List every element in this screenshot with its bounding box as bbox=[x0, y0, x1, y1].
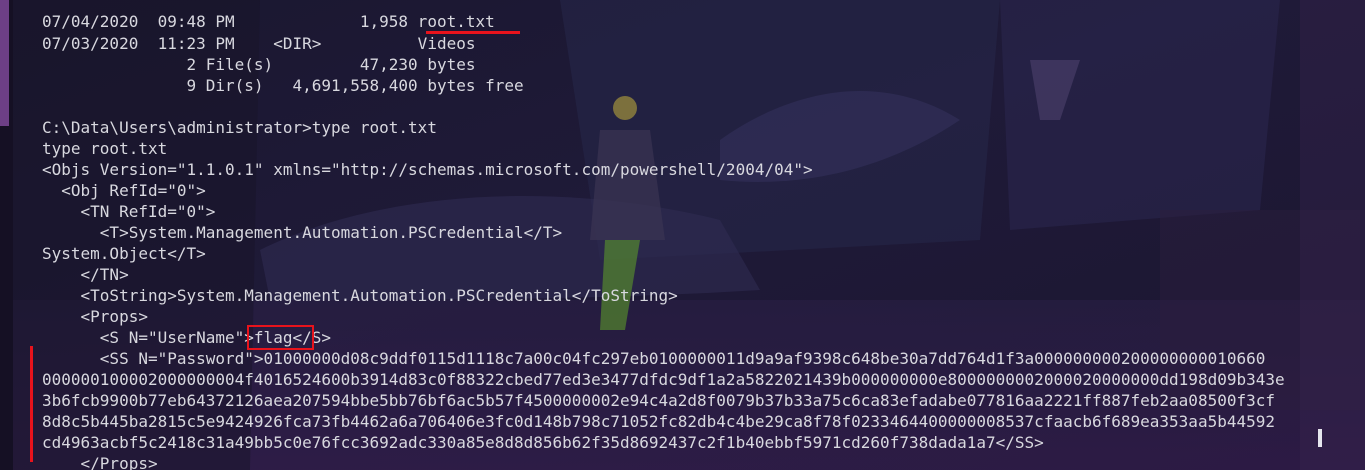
terminal-line: cd4963acbf5c2418c31a49bb5c0e76fcc3692adc… bbox=[42, 433, 1044, 452]
terminal-line: 07/04/2020 09:48 PM 1,958 root.txt bbox=[42, 12, 495, 31]
terminal-line: C:\Data\Users\administrator>type root.tx… bbox=[42, 118, 437, 137]
terminal-line: <ToString>System.Management.Automation.P… bbox=[42, 286, 678, 305]
terminal-line: 3b6fcb9900b77eb64372126aea207594bbe5bb76… bbox=[42, 391, 1275, 410]
terminal-line: <T>System.Management.Automation.PSCreden… bbox=[42, 223, 563, 242]
terminal-line: <Obj RefId="0"> bbox=[42, 181, 206, 200]
terminal-line: 000000100002000000004f4016524600b3914d83… bbox=[42, 370, 1285, 389]
root-txt-underline-annotation bbox=[426, 31, 520, 34]
password-block-bracket-annotation bbox=[30, 346, 33, 462]
terminal-line: <Objs Version="1.1.0.1" xmlns="http://sc… bbox=[42, 160, 813, 179]
terminal-line: System.Object</T> bbox=[42, 244, 206, 263]
terminal-line: </Props> bbox=[42, 454, 158, 470]
terminal-line: type root.txt bbox=[42, 139, 168, 158]
flag-highlight-box-annotation bbox=[247, 325, 314, 350]
terminal-line: <SS N="Password">01000000d08c9ddf0115d11… bbox=[42, 349, 1266, 368]
terminal-line: </TN> bbox=[42, 265, 129, 284]
terminal-line: <Props> bbox=[42, 307, 148, 326]
text-cursor bbox=[1318, 429, 1322, 447]
terminal-line: <TN RefId="0"> bbox=[42, 202, 216, 221]
terminal-line: 07/03/2020 11:23 PM <DIR> Videos bbox=[42, 34, 476, 53]
terminal-line: 2 File(s) 47,230 bytes bbox=[42, 55, 476, 74]
terminal-line: 8d8c5b445ba2815c5e9424926fca73fb4462a6a7… bbox=[42, 412, 1275, 431]
terminal-output[interactable]: 07/04/2020 09:48 PM 1,958 root.txt 07/03… bbox=[0, 0, 1365, 470]
terminal-line: 9 Dir(s) 4,691,558,400 bytes free bbox=[42, 76, 524, 95]
